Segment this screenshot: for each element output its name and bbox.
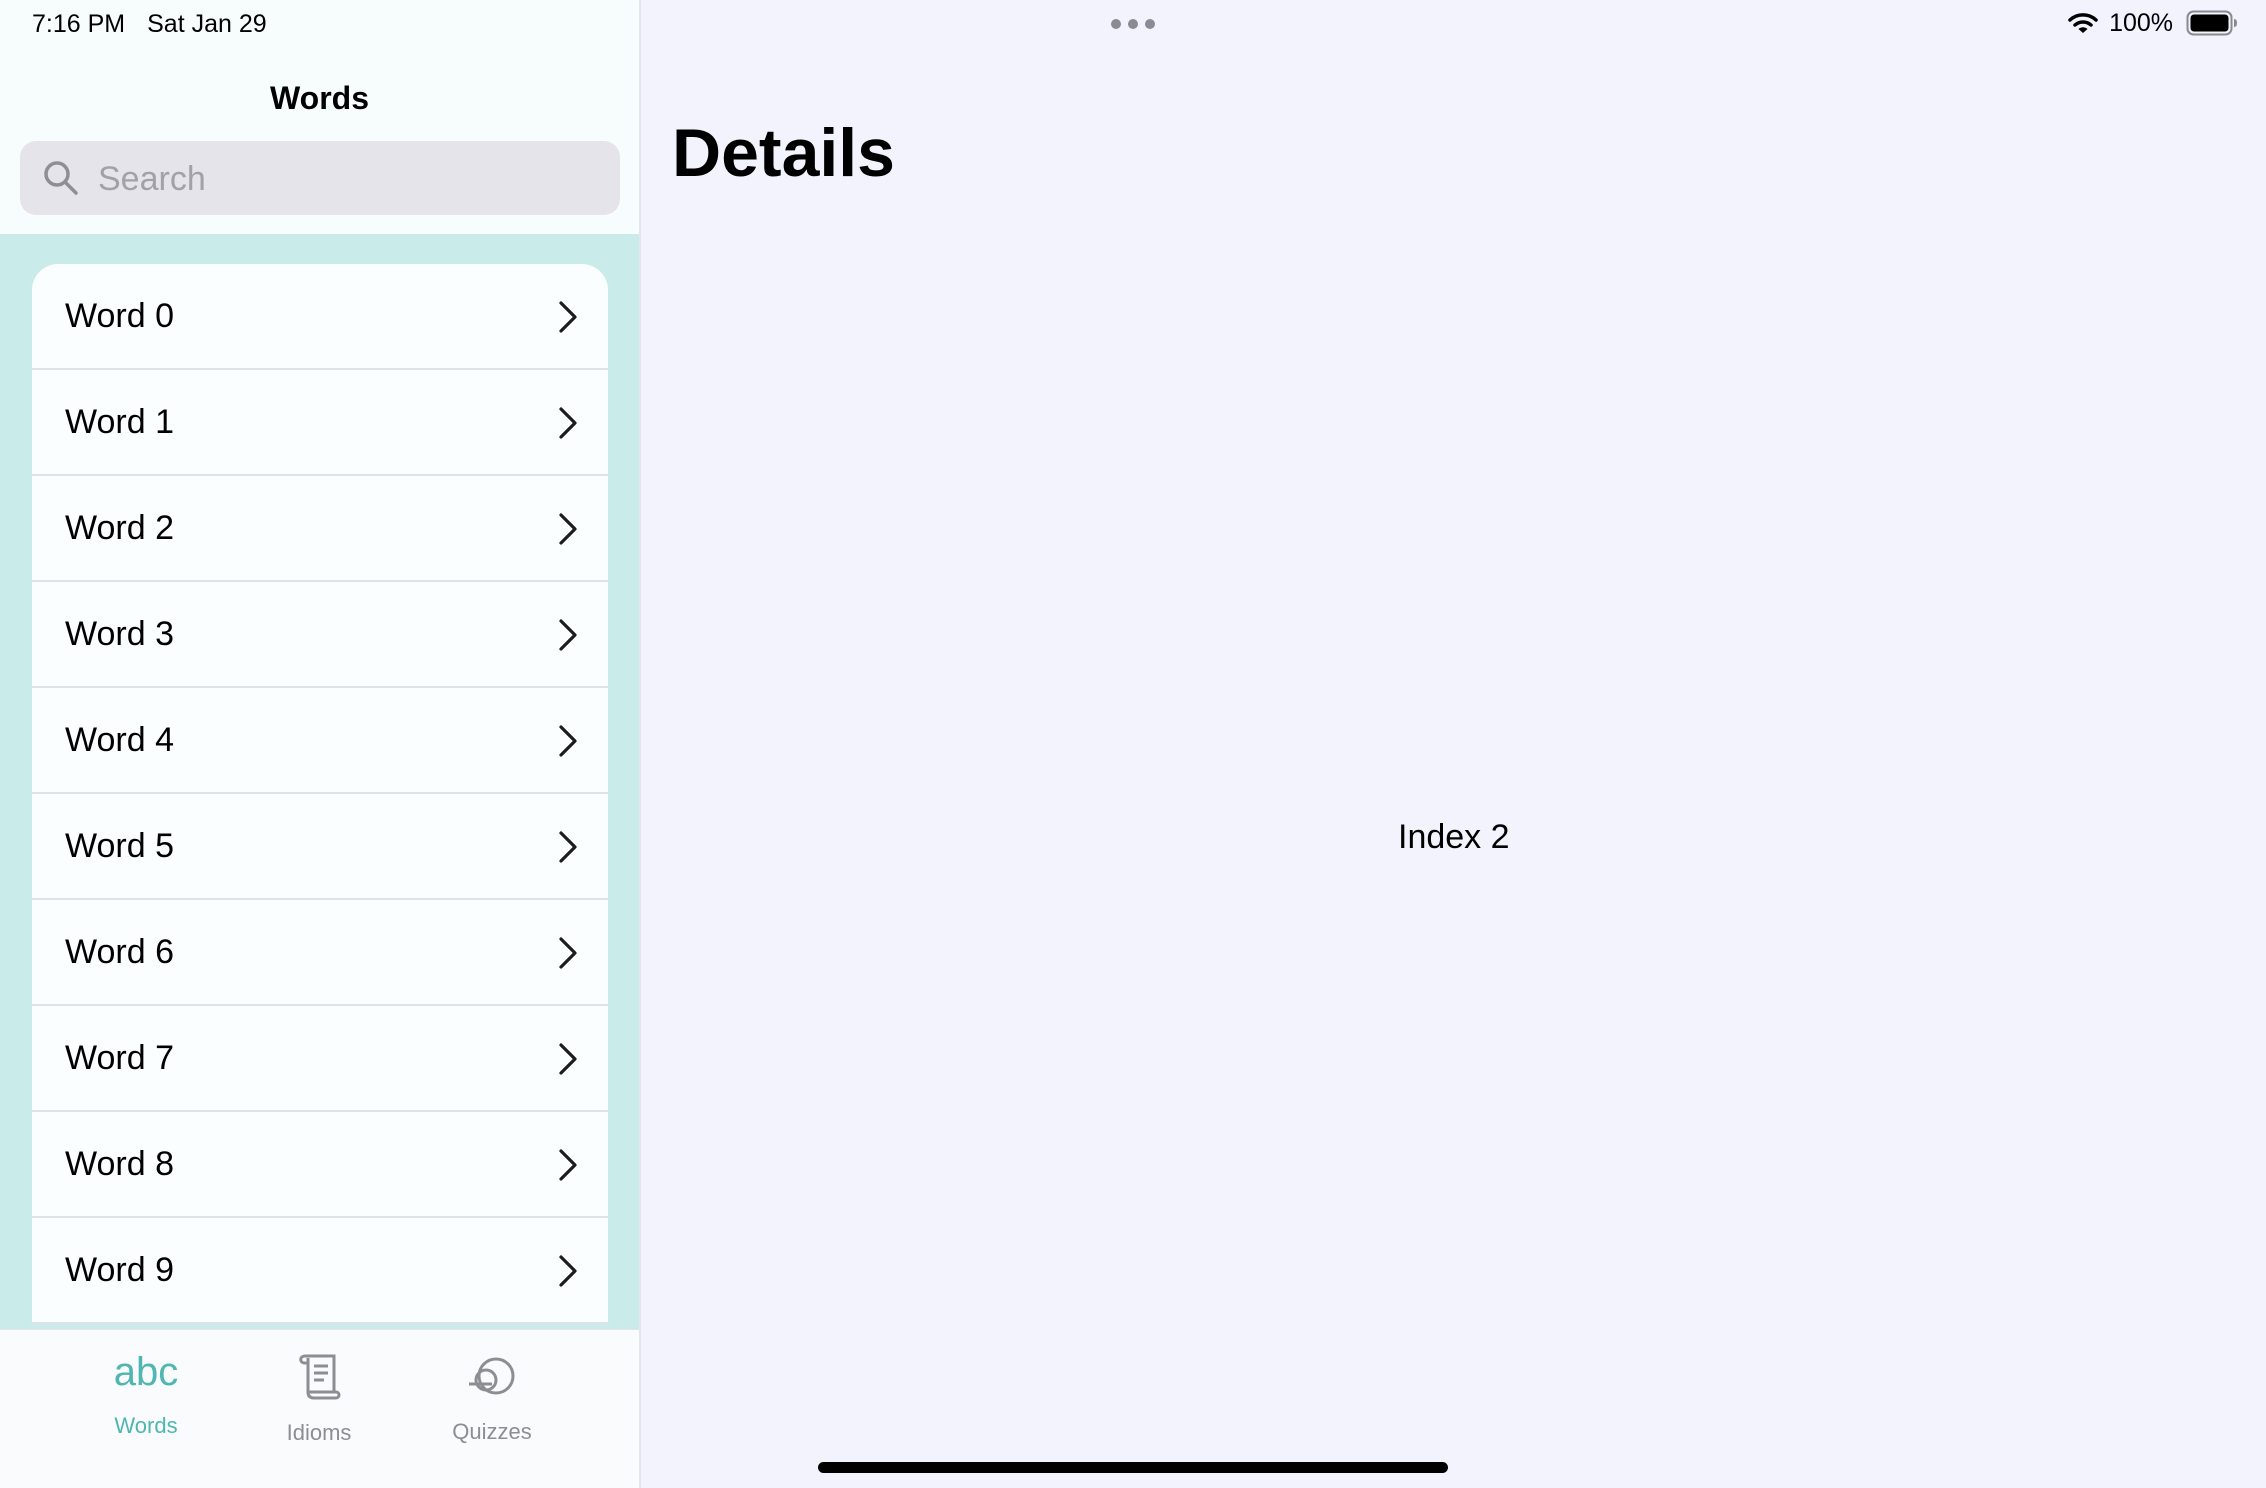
chevron-right-icon: [559, 407, 577, 439]
list-item-label: Word 2: [65, 509, 174, 547]
status-date: Sat Jan 29: [147, 10, 267, 38]
tab-bar: abc Words Idioms Quizzes: [0, 1329, 639, 1488]
tab-quizzes[interactable]: Quizzes: [407, 1330, 577, 1470]
quiz-icon: [469, 1357, 515, 1395]
tab-idioms[interactable]: Idioms: [234, 1330, 404, 1470]
abc-icon: abc: [113, 1350, 179, 1394]
list-item[interactable]: Word 2: [32, 476, 608, 582]
status-bar-left: 7:16 PM Sat Jan 29: [32, 10, 267, 39]
home-indicator[interactable]: [818, 1462, 1448, 1473]
tab-words[interactable]: abc Words: [61, 1330, 231, 1470]
list-item-label: Word 9: [65, 1251, 174, 1289]
chevron-right-icon: [559, 831, 577, 863]
sidebar-title: Words: [270, 80, 369, 116]
chevron-right-icon: [559, 513, 577, 545]
tab-quizzes-label: Quizzes: [452, 1419, 532, 1444]
detail-title: Details: [672, 115, 895, 191]
battery-icon: [2186, 10, 2237, 36]
status-bar-right: 100%: [2068, 8, 2238, 38]
chevron-right-icon: [559, 937, 577, 969]
list-item-label: Word 6: [65, 933, 174, 971]
chevron-right-icon: [559, 301, 577, 333]
scroll-icon: [299, 1354, 341, 1400]
list-item[interactable]: Word 3: [32, 582, 608, 688]
list-item[interactable]: Word 1: [32, 370, 608, 476]
list-item[interactable]: Word 9: [32, 1218, 608, 1324]
word-list-area: Word 0 Word 1 Word 2 Word 3 Word 4 Word 5 Word…: [0, 234, 639, 1330]
chevron-right-icon: [559, 1149, 577, 1181]
list-item[interactable]: Word 6: [32, 900, 608, 1006]
search-input[interactable]: [96, 141, 600, 217]
list-item[interactable]: Word 5: [32, 794, 608, 900]
chevron-right-icon: [559, 725, 577, 757]
chevron-right-icon: [559, 1255, 577, 1287]
tab-idioms-label: Idioms: [286, 1420, 352, 1445]
status-time: 7:16 PM: [32, 10, 126, 38]
list-item[interactable]: Word 8: [32, 1112, 608, 1218]
multitasking-dots-icon[interactable]: [1110, 18, 1156, 30]
wifi-icon: [2068, 13, 2098, 34]
search-icon: [44, 161, 78, 195]
chevron-right-icon: [559, 1043, 577, 1075]
list-item-label: Word 5: [65, 827, 174, 865]
word-list: Word 0 Word 1 Word 2 Word 3 Word 4 Word 5 Word…: [32, 264, 608, 1324]
tab-words-label: Words: [114, 1413, 178, 1438]
list-item-label: Word 3: [65, 615, 174, 653]
list-item-label: Word 4: [65, 721, 174, 759]
battery-percent: 100%: [2109, 8, 2174, 37]
list-item-label: Word 7: [65, 1039, 174, 1077]
search-bar[interactable]: [20, 141, 620, 217]
sidebar: 7:16 PMSat Jan 29 Words Word 0Word 1Word…: [0, 0, 641, 1488]
list-item[interactable]: Word 4: [32, 688, 608, 794]
list-item-label: Word 8: [65, 1145, 174, 1183]
list-item-label: Word 1: [65, 403, 174, 441]
detail-content: Index 2: [1398, 818, 1510, 856]
list-item[interactable]: Word 0: [32, 264, 608, 370]
chevron-right-icon: [559, 619, 577, 651]
list-item-label: Word 0: [65, 297, 174, 335]
list-item[interactable]: Word 7: [32, 1006, 608, 1112]
